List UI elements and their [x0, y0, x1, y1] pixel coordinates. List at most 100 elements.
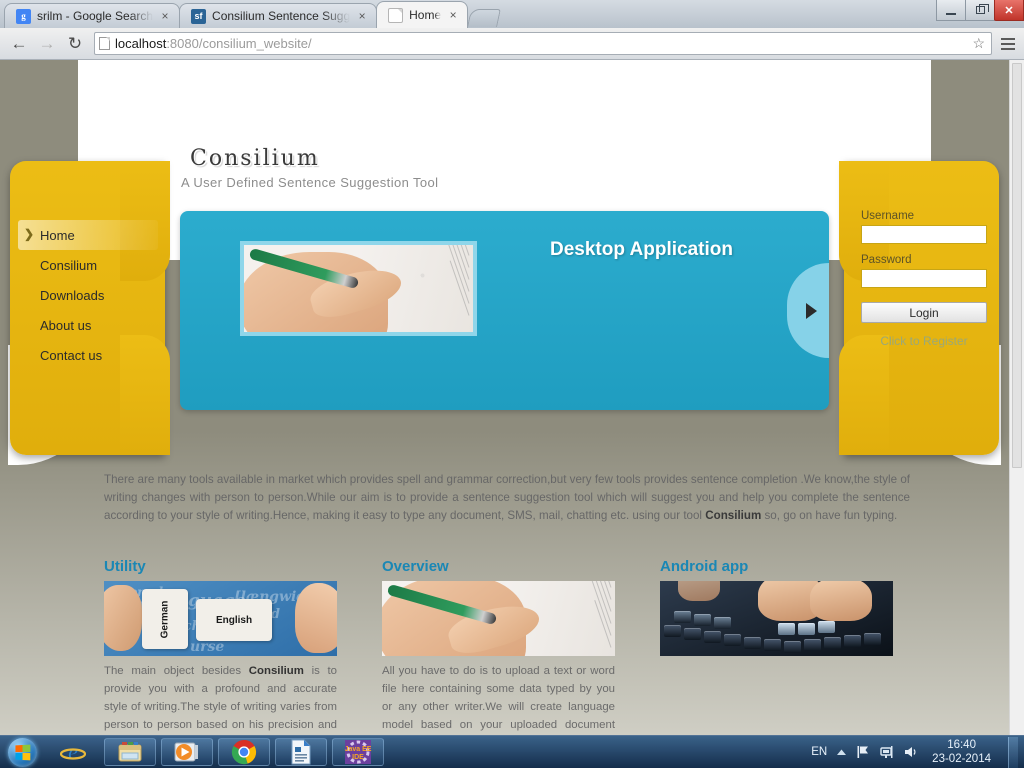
- column-body: The main object besides Consilium is to …: [104, 662, 337, 735]
- forward-icon[interactable]: →: [34, 31, 60, 57]
- column-heading: Android app: [660, 558, 749, 575]
- show-hidden-icons-icon[interactable]: [836, 747, 847, 758]
- show-desktop-button[interactable]: [1008, 736, 1018, 768]
- language-indicator[interactable]: EN: [811, 746, 827, 758]
- sidebar-item-downloads[interactable]: Downloads: [18, 280, 158, 310]
- puzzle-german-english-image: sprachen bahn. language [læŋgwidʒ] sprac…: [104, 581, 337, 656]
- url-text: localhost:8080/consilium_website/: [115, 36, 967, 51]
- feature-columns: Utility sprachen bahn. language [læŋgwid…: [104, 558, 910, 735]
- password-label: Password: [861, 254, 912, 266]
- sidebar-nav: Home Consilium Downloads About us Contac…: [18, 220, 158, 370]
- intro-brand-bold: Consilium: [705, 509, 762, 522]
- java-ee-ide-icon[interactable]: Java EE IDE: [332, 738, 384, 766]
- left-hand-shape: [810, 581, 872, 621]
- sidebar-item-label: Contact us: [40, 347, 103, 363]
- internet-explorer-icon[interactable]: e: [47, 738, 99, 766]
- system-tray: EN 16:40 23-02-2014: [811, 736, 1024, 768]
- browser-tab-1[interactable]: sf Consilium Sentence Sugg ×: [179, 3, 378, 28]
- far-hand-shape: [678, 581, 720, 601]
- close-icon[interactable]: ✕: [994, 0, 1024, 21]
- puzzle-piece-german: German: [142, 589, 188, 649]
- document-writer-icon[interactable]: [275, 738, 327, 766]
- chrome-menu-icon[interactable]: [998, 37, 1018, 50]
- google-chrome-icon[interactable]: [218, 738, 270, 766]
- svg-text:IDE: IDE: [352, 754, 364, 761]
- network-icon[interactable]: [880, 745, 895, 759]
- column-text-pre: All you have to do is to upload a text o…: [382, 665, 615, 731]
- restore-icon[interactable]: [965, 0, 995, 21]
- tab-title: srilm - Google Search: [37, 9, 154, 23]
- reload-icon[interactable]: ↻: [62, 31, 88, 57]
- puzzle-label-german: German: [159, 600, 171, 638]
- windows-start-orb[interactable]: [2, 737, 42, 768]
- tab-close-button[interactable]: ×: [447, 9, 459, 21]
- tab-close-button[interactable]: ×: [159, 10, 171, 22]
- sidebar-item-home[interactable]: Home: [18, 220, 158, 250]
- windows-taskbar: e Java EE IDE EN 16:40 23-02-2014: [0, 735, 1024, 768]
- sidebar-item-contact-us[interactable]: Contact us: [18, 340, 158, 370]
- minimize-icon[interactable]: [936, 0, 966, 21]
- file-explorer-icon[interactable]: [104, 738, 156, 766]
- right-thumb-shape: [295, 583, 337, 653]
- url-host: localhost: [115, 36, 167, 51]
- sidebar-item-about-us[interactable]: About us: [18, 310, 158, 340]
- page-icon: [388, 7, 404, 23]
- url-path: :8080/consilium_website/: [166, 36, 312, 51]
- new-tab-button[interactable]: [467, 9, 502, 27]
- intro-text-part2: so, go on have fun typing.: [761, 509, 898, 522]
- column-text-bold: Consilium: [248, 665, 304, 677]
- sidebar-item-label: Downloads: [40, 287, 105, 303]
- column-heading: Utility: [104, 558, 146, 575]
- feature-column-overview: Overview All you have to do is to upload…: [382, 558, 615, 735]
- sidebar-item-label: About us: [40, 317, 92, 333]
- banner-photo: [240, 241, 477, 336]
- hands-typing-keyboard-image: [660, 581, 893, 656]
- svg-text:Java EE: Java EE: [345, 746, 372, 753]
- feature-column-android-app: Android app: [660, 558, 893, 735]
- username-input[interactable]: [861, 225, 987, 244]
- browser-tab-strip: g srilm - Google Search × sf Consilium S…: [0, 0, 1024, 28]
- web-page: Consilium A User Defined Sentence Sugges…: [0, 60, 1009, 735]
- banner-title: Desktop Application: [550, 239, 733, 260]
- media-player-icon[interactable]: [161, 738, 213, 766]
- sourceforge-icon: sf: [191, 8, 207, 24]
- intro-paragraph: There are many tools available in market…: [104, 471, 910, 525]
- page-scrollbar[interactable]: [1009, 60, 1024, 735]
- login-button[interactable]: Login: [861, 302, 987, 323]
- browser-toolbar: ← → ↻ localhost:8080/consilium_website/ …: [0, 28, 1024, 60]
- sidebar-item-label: Home: [40, 227, 75, 243]
- feature-column-utility: Utility sprachen bahn. language [læŋgwid…: [104, 558, 337, 735]
- left-thumb-shape: [104, 585, 142, 651]
- scrollbar-thumb[interactable]: [1012, 63, 1022, 468]
- sidebar-item-label: Consilium: [40, 257, 98, 273]
- back-icon[interactable]: ←: [6, 31, 32, 57]
- puzzle-label-english: English: [215, 614, 253, 626]
- register-link[interactable]: Click to Register: [861, 334, 987, 348]
- column-text-pre: The main object besides: [104, 665, 249, 677]
- column-heading: Overview: [382, 558, 449, 575]
- browser-window: g srilm - Google Search × sf Consilium S…: [0, 0, 1024, 735]
- bookmark-star-icon[interactable]: ☆: [972, 35, 987, 52]
- sidebar-item-consilium[interactable]: Consilium: [18, 250, 158, 280]
- tab-close-button[interactable]: ×: [356, 10, 368, 22]
- username-label: Username: [861, 210, 915, 222]
- hero-banner: Desktop Application: [180, 211, 829, 410]
- browser-viewport: Consilium A User Defined Sentence Sugges…: [0, 60, 1024, 735]
- taskbar-clock[interactable]: 16:40 23-02-2014: [928, 738, 995, 766]
- site-brand-title: Consilium: [190, 146, 320, 171]
- password-input[interactable]: [861, 269, 987, 288]
- clock-time: 16:40: [947, 739, 976, 751]
- svg-text:e: e: [68, 740, 78, 764]
- action-center-flag-icon[interactable]: [856, 745, 871, 759]
- site-tagline: A User Defined Sentence Suggestion Tool: [181, 175, 439, 190]
- login-form: Username Password Login Click to Registe…: [861, 210, 987, 348]
- browser-tab-2[interactable]: Home ×: [376, 1, 469, 28]
- window-controls: ✕: [936, 0, 1024, 21]
- google-icon: g: [16, 8, 31, 24]
- next-slide-arrow-icon[interactable]: [787, 263, 829, 358]
- address-bar[interactable]: localhost:8080/consilium_website/ ☆: [94, 32, 992, 55]
- column-body: All you have to do is to upload a text o…: [382, 662, 615, 735]
- browser-tab-0[interactable]: g srilm - Google Search ×: [4, 3, 181, 28]
- login-panel-right-bottom-extension: [839, 335, 889, 455]
- volume-icon[interactable]: [904, 745, 919, 759]
